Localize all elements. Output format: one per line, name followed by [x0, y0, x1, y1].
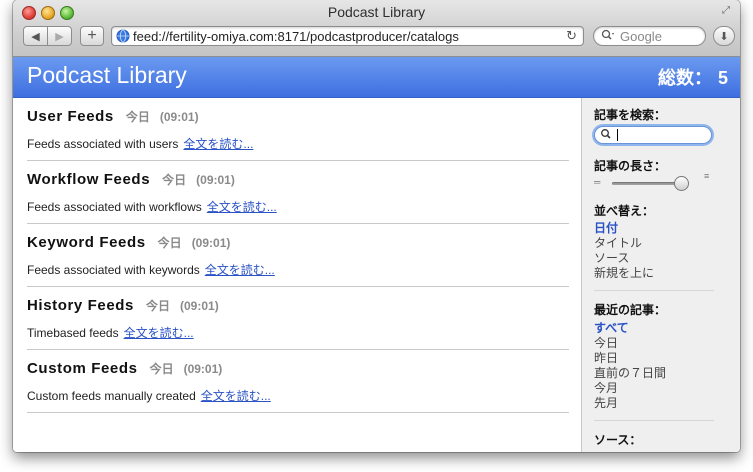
forward-arrow-icon: ▶	[55, 30, 64, 43]
feed-description: Custom feeds manually created	[27, 389, 196, 403]
total-count: 総数： 5	[658, 64, 728, 90]
browser-window: Podcast Library ⤢ ◀ ▶ + feed://fertility…	[13, 0, 740, 452]
short-text-icon: ═	[594, 177, 601, 187]
feed-list: User Feeds 今日 (09:01) Feeds associated wit…	[13, 98, 581, 452]
page-title: Podcast Library	[27, 62, 187, 88]
feed-description: Feeds associated with users	[27, 137, 179, 151]
feed-time: (09:01)	[159, 110, 199, 124]
reload-icon[interactable]: ↻	[566, 28, 577, 44]
feed-item: Workflow Feeds 今日 (09:01) Feeds associated…	[27, 161, 569, 224]
article-search-input[interactable]	[594, 126, 712, 144]
feed-title[interactable]: User Feeds	[27, 108, 114, 125]
web-search-field[interactable]: Google	[593, 26, 706, 46]
feed-date: 今日	[157, 236, 182, 250]
url-text: feed://fertility-omiya.com:8171/podcastp…	[133, 29, 459, 44]
globe-icon	[116, 29, 130, 43]
back-button[interactable]: ◀	[23, 26, 48, 46]
magnifier-icon	[600, 127, 612, 144]
feed-date: 今日	[125, 110, 150, 124]
search-placeholder: Google	[620, 29, 662, 44]
feed-item: Custom Feeds 今日 (09:01) Custom feeds manua…	[27, 350, 569, 413]
feed-time: (09:01)	[191, 236, 231, 250]
total-value: 5	[717, 68, 728, 88]
download-icon: ⬇	[719, 30, 729, 43]
sort-option-newest-first[interactable]: 新規を上に	[594, 264, 654, 281]
feed-time: (09:01)	[183, 362, 223, 376]
window-toolbar: Podcast Library ⤢ ◀ ▶ + feed://fertility…	[13, 0, 740, 57]
feed-item: User Feeds 今日 (09:01) Feeds associated wit…	[27, 98, 569, 161]
search-icon	[601, 29, 615, 44]
feed-title[interactable]: Keyword Feeds	[27, 234, 146, 251]
sidebar-divider	[594, 290, 714, 291]
text-cursor	[617, 129, 618, 141]
feed-item: Keyword Feeds 今日 (09:01) Feeds associated …	[27, 224, 569, 287]
address-bar[interactable]: feed://fertility-omiya.com:8171/podcastp…	[111, 26, 584, 46]
feed-date: 今日	[162, 173, 187, 187]
recent-option-last-month[interactable]: 先月	[594, 394, 618, 411]
long-text-icon: ≡	[704, 171, 710, 181]
add-bookmark-button[interactable]: +	[80, 26, 104, 46]
feed-description: Feeds associated with keywords	[27, 263, 200, 277]
back-arrow-icon: ◀	[31, 30, 40, 43]
search-articles-label: 記事を検索：	[594, 108, 667, 122]
feed-title[interactable]: Workflow Feeds	[27, 171, 150, 188]
sidebar: 記事を検索： 記事の長さ： ═ ≡ 並べ替え： 日付 タイトル ソース 新規を上…	[581, 98, 740, 452]
feed-description: Timebased feeds	[27, 326, 119, 340]
forward-button[interactable]: ▶	[47, 26, 72, 46]
page-header: Podcast Library 総数： 5	[13, 57, 740, 98]
feed-title[interactable]: History Feeds	[27, 297, 134, 314]
feed-date: 今日	[149, 362, 174, 376]
recent-articles-label: 最近の記事：	[594, 303, 667, 317]
read-more-link[interactable]: 全文を読む...	[205, 263, 275, 277]
sidebar-divider	[594, 420, 714, 421]
feed-time: (09:01)	[180, 299, 219, 313]
feed-item: History Feeds 今日 (09:01) Timebased feeds 全文…	[27, 287, 569, 350]
plus-icon: +	[87, 27, 97, 44]
length-slider-knob[interactable]	[674, 176, 690, 191]
total-label: 総数：	[657, 68, 712, 88]
read-more-link[interactable]: 全文を読む...	[124, 326, 194, 340]
read-more-link[interactable]: 全文を読む...	[207, 200, 277, 214]
read-more-link[interactable]: 全文を読む...	[183, 137, 253, 151]
fullscreen-arrows-icon[interactable]: ⤢	[722, 6, 732, 16]
feed-time: (09:01)	[196, 173, 235, 187]
downloads-button[interactable]: ⬇	[713, 26, 735, 46]
feed-description: Feeds associated with workflows	[27, 200, 202, 214]
article-length-label: 記事の長さ：	[594, 159, 667, 173]
source-label: ソース：	[594, 433, 642, 447]
feed-title[interactable]: Custom Feeds	[27, 360, 138, 377]
window-title: Podcast Library	[327, 4, 426, 20]
feed-date: 今日	[146, 299, 171, 313]
sort-label: 並べ替え：	[594, 204, 655, 218]
read-more-link[interactable]: 全文を読む...	[201, 389, 271, 403]
